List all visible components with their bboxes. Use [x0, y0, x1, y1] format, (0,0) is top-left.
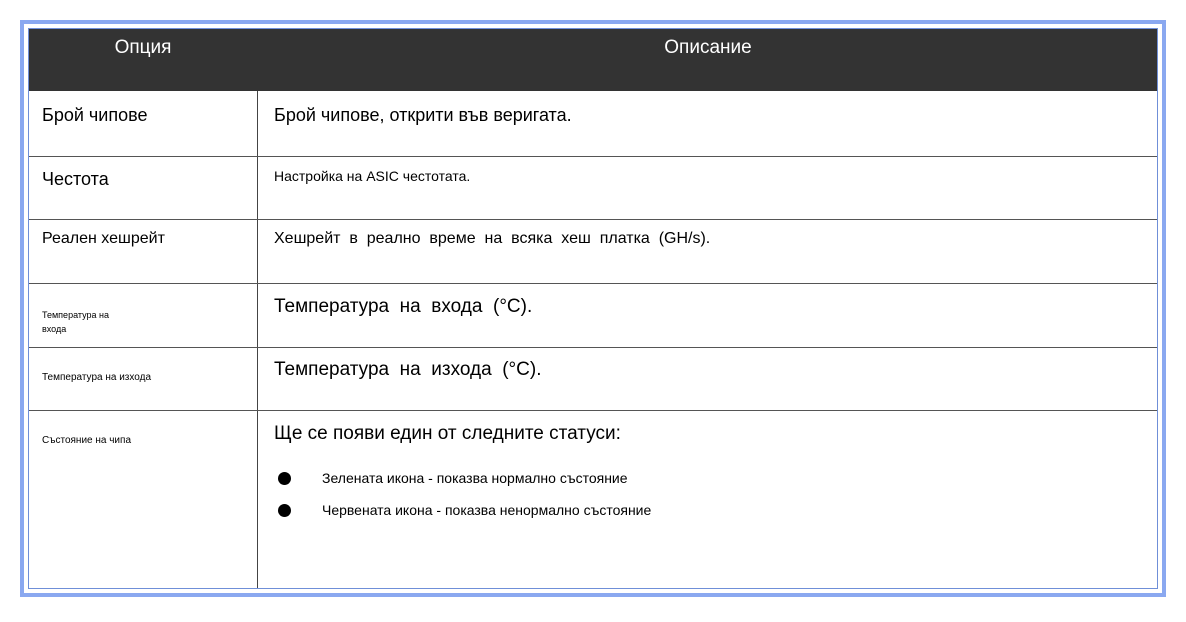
option-cell: Честота [42, 169, 109, 189]
table-row: Температура на входа Температура на вход… [29, 283, 1157, 348]
table-row: Реален хешрейт Хешрейт в реално време на… [29, 219, 1157, 284]
option-cell: Реален хешрейт [42, 230, 165, 247]
table-frame: Опция Описание Брой чипове Брой чипове, … [20, 20, 1166, 597]
description-cell: Температура на изхода (°C). [274, 359, 542, 380]
bullet-icon [278, 471, 291, 485]
option-line: входа [42, 324, 67, 334]
header-option: Опция [114, 37, 172, 58]
description-cell: Температура на входа (°C). [274, 296, 533, 317]
header-description: Описание [664, 37, 752, 58]
table-row: Температура на изхода Температура на изх… [29, 347, 1157, 411]
description-cell: Хешрейт в реално време на всяка хеш плат… [274, 230, 711, 247]
option-line: Температура на [42, 310, 109, 320]
option-cell: Температура на изхода [42, 372, 152, 383]
list-item-text: Зелената икона - показва нормално състоя… [322, 470, 628, 486]
bullet-icon [278, 503, 291, 517]
option-cell: Брой чипове [42, 105, 148, 125]
table-header: Опция Описание [29, 29, 1157, 91]
list-item: Зелената икона - показва нормално състоя… [278, 468, 628, 488]
description-cell: Брой чипове, открити във веригата. [274, 105, 572, 125]
description-cell: Настройка на ASIC честотата. [274, 168, 471, 184]
options-table: Опция Описание Брой чипове Брой чипове, … [28, 28, 1158, 589]
table-row: Състояние на чипа Ще се появи един от сл… [29, 410, 1157, 588]
table-row: Брой чипове Брой чипове, открити във вер… [29, 91, 1157, 156]
table-row: Честота Настройка на ASIC честотата. [29, 156, 1157, 220]
description-cell: Ще се появи един от следните статуси: [274, 423, 621, 444]
list-item-text: Червената икона - показва ненормално със… [322, 502, 652, 518]
option-cell: Температура на входа [42, 308, 109, 336]
option-cell: Състояние на чипа [42, 435, 131, 446]
list-item: Червената икона - показва ненормално със… [278, 500, 651, 520]
